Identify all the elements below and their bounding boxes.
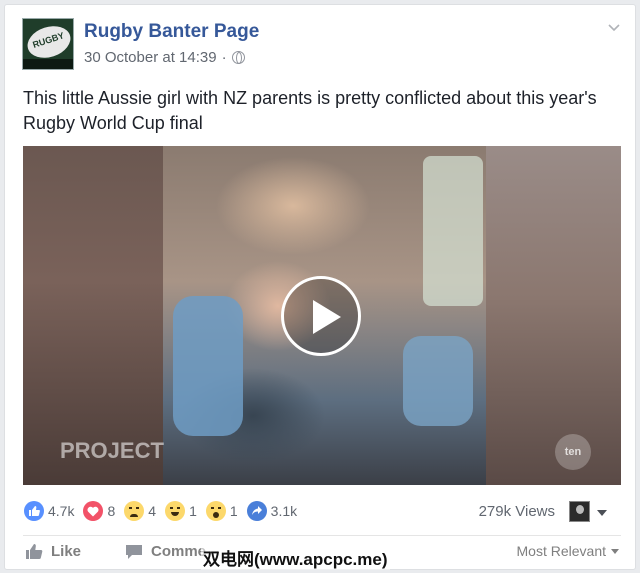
project-watermark: PROJECT [60, 438, 164, 463]
post-caption: This little Aussie girl with NZ parents … [23, 88, 597, 133]
action-divider [23, 535, 621, 536]
wow-count: 1 [229, 503, 238, 519]
sort-label: Most Relevant [516, 543, 606, 559]
thumbs-up-icon [24, 501, 44, 521]
post-timestamp[interactable]: 30 October at 14:39 [84, 49, 217, 66]
post-meta: 30 October at 14:39 · [84, 49, 245, 66]
reaction-wow[interactable]: 1 [205, 501, 238, 521]
share-count: 3.1k [270, 503, 298, 519]
video-player[interactable]: PROJECT ten [23, 146, 621, 485]
video-window-light [423, 156, 483, 306]
sort-dropdown[interactable]: Most Relevant [517, 543, 619, 559]
heart-icon [83, 501, 104, 521]
like-button[interactable]: Like [25, 543, 81, 560]
reactions-bar: 4.7k 8 4 1 1 3.1k [24, 499, 306, 523]
wow-face-icon [205, 501, 226, 521]
like-count: 4.7k [48, 503, 75, 519]
avatar-strip [23, 59, 73, 69]
ten-watermark: ten [555, 434, 591, 470]
post-card: RUGBY Rugby Banter Page 30 October at 14… [4, 4, 636, 570]
love-count: 8 [107, 503, 116, 519]
meta-separator: · [221, 49, 227, 66]
comment-label: Comme [151, 543, 207, 560]
viewer-avatar[interactable] [569, 501, 590, 522]
view-count[interactable]: 279k Views [479, 503, 555, 520]
haha-count: 1 [189, 503, 197, 519]
comment-bubble-icon [126, 545, 142, 559]
comment-button[interactable]: Comme [125, 543, 206, 560]
site-watermark: 双电网(www.apcpc.me) [201, 545, 390, 570]
video-shirt-left [173, 296, 243, 436]
chevron-down-icon[interactable] [607, 21, 621, 35]
page-avatar[interactable]: RUGBY [22, 18, 74, 70]
reaction-haha[interactable]: 1 [165, 501, 197, 521]
thumbs-up-outline-icon [26, 544, 43, 559]
sad-face-icon [124, 501, 145, 521]
sort-caret-icon [611, 548, 619, 554]
page-name-link[interactable]: Rugby Banter Page [84, 21, 259, 43]
globe-icon [231, 51, 245, 64]
rugby-ball-logo: RUGBY [23, 20, 73, 64]
laughing-face-icon [165, 501, 186, 521]
reaction-shares[interactable]: 3.1k [246, 501, 298, 521]
reaction-like[interactable]: 4.7k [24, 501, 74, 521]
avatar-logo-text: RUGBY [31, 30, 66, 50]
video-blur-left [23, 146, 163, 485]
video-shirt-right [403, 336, 473, 426]
share-arrow-icon [246, 501, 267, 521]
play-button[interactable] [281, 276, 361, 356]
sad-count: 4 [148, 503, 157, 519]
reaction-sad[interactable]: 4 [124, 501, 156, 521]
reaction-love[interactable]: 8 [83, 501, 115, 521]
caret-down-icon[interactable] [597, 510, 607, 516]
play-icon [313, 300, 341, 334]
like-label: Like [51, 543, 82, 560]
video-blur-right [486, 146, 621, 485]
